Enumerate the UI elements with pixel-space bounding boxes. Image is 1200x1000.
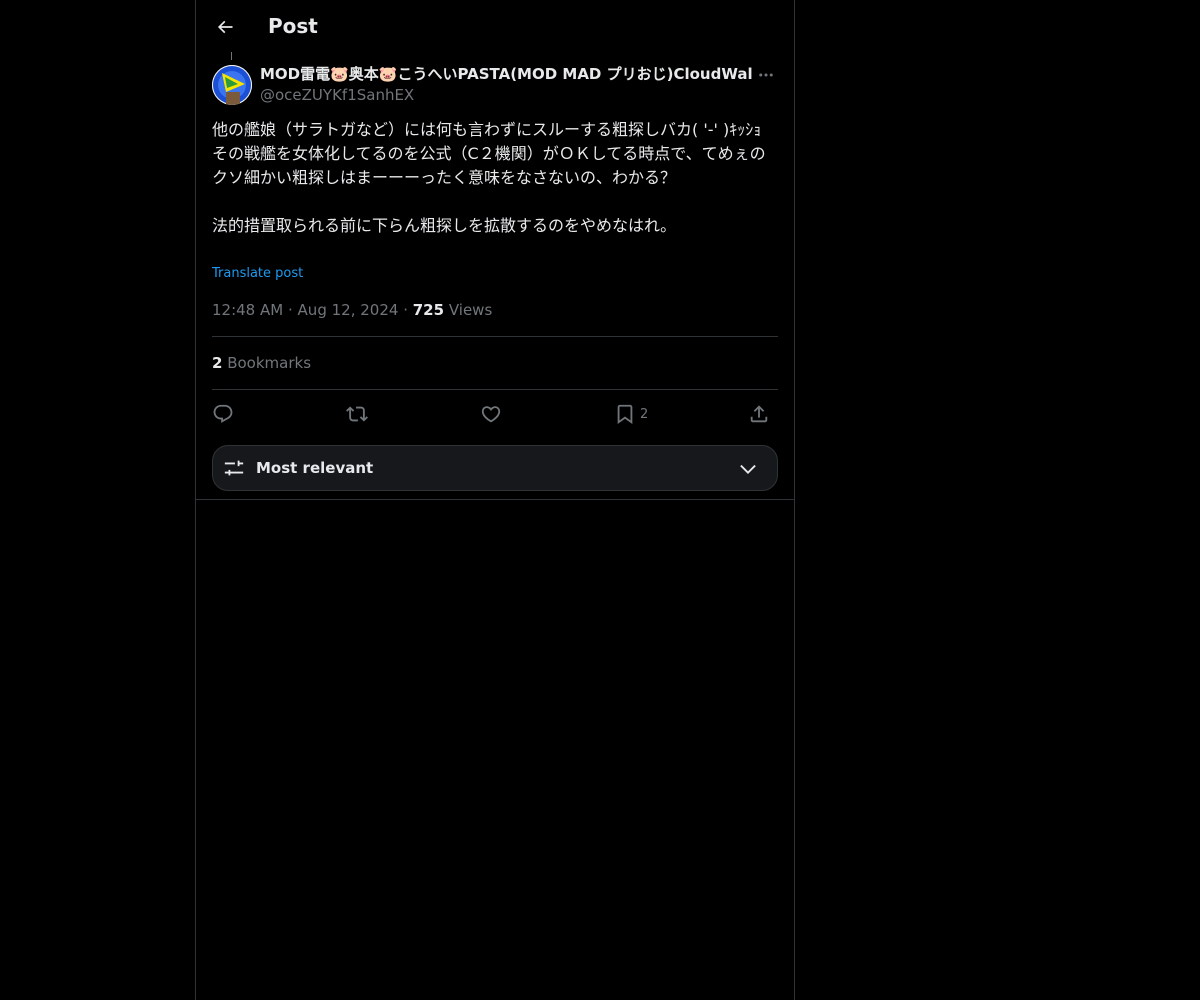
share-button[interactable]: [748, 398, 770, 430]
views-label: Views: [448, 301, 493, 319]
arrow-left-icon: [217, 20, 233, 34]
sliders-icon: [224, 460, 244, 476]
meta-separator: ·: [403, 301, 408, 319]
bookmarks-label: Bookmarks: [227, 354, 312, 372]
views-count: 725: [412, 301, 445, 319]
author-handle[interactable]: @oceZUYKf1SanhEX: [260, 85, 414, 105]
sort-label: Most relevant: [256, 459, 374, 477]
translate-post-link[interactable]: Translate post: [212, 265, 303, 283]
like-button[interactable]: [480, 398, 502, 430]
post-time[interactable]: 12:48 AM: [212, 301, 283, 319]
share-icon: [750, 405, 768, 423]
replies-sort-dropdown[interactable]: Most relevant: [212, 445, 778, 491]
repost-button[interactable]: [346, 398, 368, 430]
action-bar: 2: [212, 398, 778, 430]
meta-separator: ·: [287, 301, 293, 319]
primary-column: Post MOD雷電🐷奥本🐷こうへいPASTA(MOD MAD プリおじ)Clo…: [195, 0, 795, 1000]
post-date[interactable]: Aug 12, 2024: [298, 301, 399, 319]
repost-icon: [346, 406, 368, 422]
post-author: MOD雷電🐷奥本🐷こうへいPASTA(MOD MAD プリおじ)CloudWal…: [212, 63, 778, 107]
bookmark-count: 2: [640, 406, 649, 422]
bookmarks-count: 2: [212, 354, 223, 372]
page-title: Post: [268, 14, 318, 38]
reply-icon: [213, 404, 233, 423]
post-text: 他の艦娘（サラトガなど）には何も言わずにスルーする粗探しバカ( '-' )ｷｯｼ…: [212, 120, 766, 235]
thread-connector-line: [231, 52, 232, 60]
divider: [212, 389, 778, 390]
bookmark-icon: [617, 404, 633, 425]
author-avatar[interactable]: [212, 65, 252, 105]
divider: [212, 336, 778, 337]
more-icon: [759, 73, 773, 77]
like-icon: [481, 406, 501, 423]
section-divider: [196, 499, 794, 500]
author-display-name[interactable]: MOD雷電🐷奥本🐷こうへいPASTA(MOD MAD プリおじ)CloudWal…: [260, 64, 752, 84]
avatar-image: [212, 65, 252, 105]
post-metadata: 12:48 AM · Aug 12, 2024 · 725 Views: [212, 299, 492, 321]
bookmarks-stat[interactable]: 2 Bookmarks: [212, 352, 311, 374]
bookmark-button[interactable]: 2: [614, 398, 648, 430]
back-button[interactable]: [208, 10, 242, 44]
reply-button[interactable]: [212, 398, 234, 430]
chevron-down-icon: [740, 464, 756, 474]
more-options-button[interactable]: [754, 65, 778, 85]
top-bar: Post: [196, 0, 794, 53]
